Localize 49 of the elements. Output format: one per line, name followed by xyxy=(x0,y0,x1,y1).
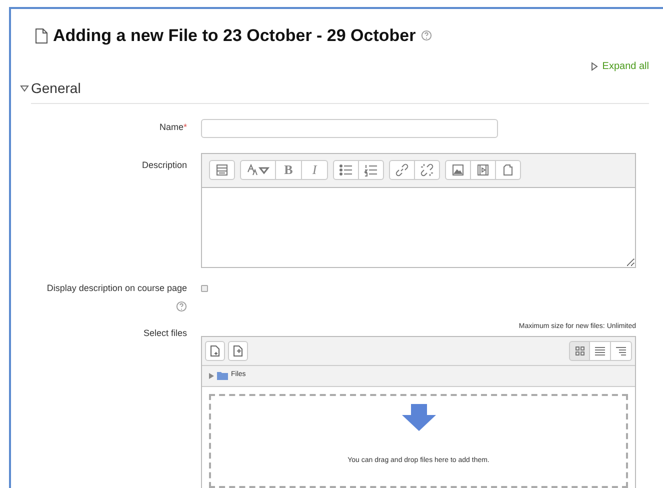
field-label: Description xyxy=(142,158,187,172)
field-label: Name xyxy=(159,121,184,134)
link-icon xyxy=(395,163,409,177)
toolbar-toggle-icon xyxy=(215,163,229,177)
image-icon xyxy=(451,163,465,177)
add-file-button[interactable] xyxy=(205,340,225,360)
field-label: Display description on course page xyxy=(46,282,187,295)
add-file-icon xyxy=(210,344,220,356)
toolbar-button[interactable] xyxy=(445,160,471,180)
field-label: Select files xyxy=(143,327,187,340)
broken-link-icon xyxy=(420,163,434,177)
toolbar-button[interactable] xyxy=(209,160,235,180)
description-field[interactable] xyxy=(201,188,636,268)
toolbar-button[interactable] xyxy=(496,160,521,180)
required-mark: * xyxy=(183,121,187,134)
toolbar-button[interactable] xyxy=(389,160,415,180)
expand-all-link[interactable]: Expand all xyxy=(591,58,649,74)
page-title: Adding a new File to 23 October - 29 October xyxy=(53,25,416,47)
toolbar-button[interactable] xyxy=(415,160,440,180)
clipboard-icon xyxy=(501,163,515,177)
film-icon xyxy=(476,163,490,177)
expand-arrow-icon[interactable] xyxy=(209,372,214,378)
tree-view-button[interactable] xyxy=(611,340,632,360)
numbered-list-icon xyxy=(364,163,378,177)
toolbar-button[interactable] xyxy=(333,160,359,180)
font-style-icon xyxy=(246,163,270,177)
list-icon xyxy=(595,346,605,356)
help-icon[interactable] xyxy=(420,30,432,42)
icon-view-button[interactable] xyxy=(569,340,590,360)
toolbar-button[interactable]: B xyxy=(276,160,302,180)
document-icon xyxy=(35,28,48,44)
caret-icon xyxy=(20,84,29,92)
down-arrow-icon xyxy=(402,404,436,430)
list-view-button[interactable] xyxy=(590,340,611,360)
grid-icon xyxy=(574,346,584,356)
add-folder-icon xyxy=(233,344,243,356)
tree-icon xyxy=(616,346,626,356)
checkbox[interactable] xyxy=(201,284,208,292)
triangle-icon xyxy=(591,62,598,70)
toolbar-button[interactable] xyxy=(471,160,496,180)
help-icon[interactable] xyxy=(176,301,187,312)
toolbar-button[interactable] xyxy=(359,160,384,180)
section-header[interactable]: General xyxy=(20,78,649,98)
bullet-list-icon xyxy=(339,163,353,177)
folder-icon xyxy=(217,372,228,380)
name-field[interactable] xyxy=(201,118,498,138)
toolbar-button[interactable] xyxy=(240,160,276,180)
toolbar-button[interactable]: I xyxy=(302,160,328,180)
create-folder-button[interactable] xyxy=(228,340,248,360)
